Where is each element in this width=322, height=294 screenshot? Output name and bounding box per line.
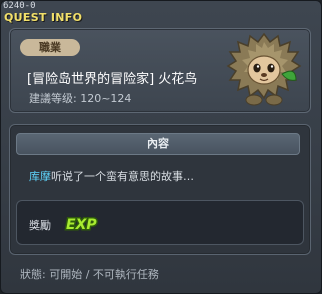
quest-description: 库摩听说了一个蛮有意思的故事… (29, 168, 194, 184)
window-title: QUEST INFO (4, 11, 83, 24)
window-id-label: 6240-0 (3, 1, 36, 11)
job-badge: 職業 (20, 39, 80, 56)
description-text: 听说了一个蛮有意思的故事… (51, 170, 194, 183)
content-header: 內容 (16, 133, 300, 155)
exp-icon: EXP EXP (65, 216, 99, 233)
svg-text:EXP: EXP (66, 217, 97, 232)
quest-status: 狀態: 可開始 / 不可執行任務 (20, 268, 159, 281)
hedgehog-npc-icon (226, 32, 302, 106)
quest-name: [冒险岛世界的冒险家] 火花鸟 (27, 72, 198, 87)
reward-box (16, 200, 304, 245)
npc-name-link[interactable]: 库摩 (29, 170, 51, 183)
recommended-level: 建議等级: 120~124 (29, 92, 132, 105)
reward-label: 獎勵 (29, 219, 51, 232)
